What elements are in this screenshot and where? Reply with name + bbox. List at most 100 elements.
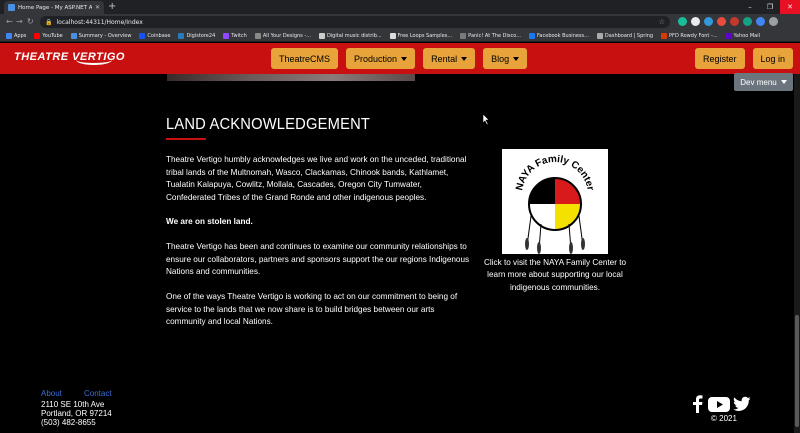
nav-label: TheatreCMS bbox=[279, 53, 331, 64]
bookmarks-bar: Apps YouTube Summary - Overview Coinbase Dig… bbox=[0, 30, 800, 42]
paragraph-acknowledgement: Theatre Vertigo humbly acknowledges we l… bbox=[166, 155, 467, 202]
paragraph-commitment: One of the ways Theatre Vertigo is worki… bbox=[166, 292, 458, 327]
bookmark-item[interactable]: Dashboard | Spring bbox=[596, 32, 654, 39]
extension-icon[interactable] bbox=[704, 17, 713, 26]
bookmark-item[interactable]: Panic! At The Disco... bbox=[460, 32, 522, 39]
reload-icon[interactable]: ↻ bbox=[27, 16, 34, 28]
naya-logo-image: NAYA Family Center bbox=[514, 154, 596, 254]
maximize-icon[interactable]: ❐ bbox=[760, 0, 780, 14]
logo-swoosh-icon bbox=[76, 55, 112, 65]
mouse-cursor-icon bbox=[483, 114, 490, 125]
section-title: LAND ACKNOWLEDGEMENT bbox=[166, 116, 371, 133]
extension-icon[interactable] bbox=[678, 17, 687, 26]
bookmark-favicon-icon bbox=[178, 32, 185, 39]
bookmark-item[interactable]: All Your Designs -... bbox=[254, 32, 311, 39]
extension-icon[interactable] bbox=[769, 17, 778, 26]
extension-icon[interactable] bbox=[743, 17, 752, 26]
bookmark-item[interactable]: Yahoo Mail bbox=[725, 32, 761, 39]
bookmark-item[interactable]: Twitch bbox=[223, 32, 247, 39]
extension-icons bbox=[678, 17, 778, 26]
lock-icon: 🔒 bbox=[45, 18, 53, 26]
bookmark-label: Yahoo Mail bbox=[733, 32, 761, 39]
main-nav: TheatreCMS Production Rental Blog bbox=[271, 48, 528, 69]
bookmark-label: Apps bbox=[14, 32, 27, 39]
address-phone: (503) 482-8655 bbox=[41, 418, 96, 427]
copyright-text: © 2021 bbox=[711, 414, 737, 423]
bookmark-item[interactable]: Digistore24 bbox=[178, 32, 215, 39]
bookmark-label: Dashboard | Spring bbox=[604, 32, 654, 39]
url-text[interactable]: localhost:44311/Home/Index bbox=[56, 19, 654, 26]
new-tab-button[interactable]: + bbox=[108, 1, 116, 13]
bookmark-item[interactable]: Free Loops Samples... bbox=[389, 32, 453, 39]
bookmark-label: Summary - Overview bbox=[78, 32, 132, 39]
bookmark-star-icon[interactable]: ☆ bbox=[659, 18, 665, 26]
address-city: Portland, OR 97214 bbox=[41, 409, 112, 418]
tab-close-icon[interactable]: ✕ bbox=[95, 4, 100, 11]
bookmark-label: PFD Rowdy Font -... bbox=[669, 32, 718, 39]
bookmark-item[interactable]: PFD Rowdy Font -... bbox=[661, 32, 718, 39]
site-logo[interactable]: THEATRE VERTIGO bbox=[14, 51, 125, 65]
nav-rental-button[interactable]: Rental bbox=[423, 48, 476, 69]
bookmark-label: Free Loops Samples... bbox=[397, 32, 453, 39]
bookmark-favicon-icon bbox=[34, 32, 41, 39]
hero-image-bottom bbox=[167, 74, 415, 81]
extension-icon[interactable] bbox=[730, 17, 739, 26]
nav-label: Rental bbox=[431, 53, 458, 64]
bookmark-label: All Your Designs -... bbox=[262, 32, 311, 39]
login-button[interactable]: Log in bbox=[752, 48, 794, 69]
bookmark-favicon-icon bbox=[460, 32, 467, 39]
bookmark-favicon-icon bbox=[529, 32, 536, 39]
forward-icon[interactable]: → bbox=[16, 16, 23, 28]
footer-about-link[interactable]: About bbox=[41, 389, 62, 398]
minimize-icon[interactable]: – bbox=[740, 0, 760, 14]
bookmark-label: YouTube bbox=[42, 32, 63, 39]
bookmark-favicon-icon bbox=[6, 32, 12, 39]
nav-theatrecms-button[interactable]: TheatreCMS bbox=[271, 48, 339, 69]
footer-contact-link[interactable]: Contact bbox=[84, 389, 112, 398]
bookmark-favicon-icon bbox=[254, 32, 261, 39]
scrollbar-thumb[interactable] bbox=[795, 315, 799, 427]
bookmark-label: Facebook Business... bbox=[537, 32, 589, 39]
bookmark-label: Digital music distrib... bbox=[326, 32, 382, 39]
bookmark-label: Panic! At The Disco... bbox=[468, 32, 522, 39]
window-close-icon[interactable]: ✕ bbox=[780, 0, 800, 14]
youtube-icon[interactable] bbox=[708, 395, 730, 413]
bookmark-item[interactable]: Digital music distrib... bbox=[318, 32, 382, 39]
extension-icon[interactable] bbox=[756, 17, 765, 26]
nav-blog-button[interactable]: Blog bbox=[483, 48, 528, 69]
facebook-icon[interactable] bbox=[690, 395, 704, 413]
bookmark-item[interactable]: Apps bbox=[6, 32, 27, 39]
auth-nav: Register Log in bbox=[695, 48, 794, 69]
register-button[interactable]: Register bbox=[695, 48, 745, 69]
caret-down-icon bbox=[461, 56, 468, 61]
paragraph-community: Theatre Vertigo has been and continues t… bbox=[166, 242, 470, 277]
back-icon[interactable]: ← bbox=[6, 16, 13, 28]
browser-tab[interactable]: Home Page - My ASP.NET Appli... ✕ bbox=[4, 1, 104, 14]
bookmark-item[interactable]: Summary - Overview bbox=[70, 32, 132, 39]
bookmark-item[interactable]: Facebook Business... bbox=[529, 32, 589, 39]
window-controls: – ❐ ✕ bbox=[740, 0, 800, 14]
bookmark-favicon-icon bbox=[661, 32, 668, 39]
register-label: Register bbox=[703, 53, 737, 64]
nav-label: Production bbox=[354, 53, 398, 64]
address-bar[interactable]: 🔒 localhost:44311/Home/Index ☆ bbox=[40, 16, 670, 28]
dev-menu-button[interactable]: Dev menu bbox=[734, 73, 793, 91]
bookmark-item[interactable]: YouTube bbox=[34, 32, 63, 39]
extension-icon[interactable] bbox=[691, 17, 700, 26]
bookmark-label: Coinbase bbox=[147, 32, 171, 39]
login-label: Log in bbox=[760, 53, 786, 64]
dev-menu-label: Dev menu bbox=[740, 77, 777, 87]
bookmark-favicon-icon bbox=[70, 32, 77, 39]
nav-production-button[interactable]: Production bbox=[346, 48, 416, 69]
tab-favicon-icon bbox=[8, 4, 15, 11]
site-header: THEATRE VERTIGO TheatreCMS Production Re… bbox=[0, 43, 800, 74]
paragraph-stolen-land: We are on stolen land. bbox=[166, 217, 253, 226]
naya-logo-link[interactable]: NAYA Family Center bbox=[502, 149, 608, 254]
naya-caption[interactable]: Click to visit the NAYA Family Center to… bbox=[480, 257, 630, 294]
bookmark-item[interactable]: Coinbase bbox=[139, 32, 171, 39]
bookmark-favicon-icon bbox=[596, 32, 603, 39]
bookmark-favicon-icon bbox=[318, 32, 325, 39]
browser-toolbar: ← → ↻ 🔒 localhost:44311/Home/Index ☆ bbox=[0, 14, 800, 30]
extension-icon[interactable] bbox=[717, 17, 726, 26]
twitter-icon[interactable] bbox=[733, 395, 751, 413]
